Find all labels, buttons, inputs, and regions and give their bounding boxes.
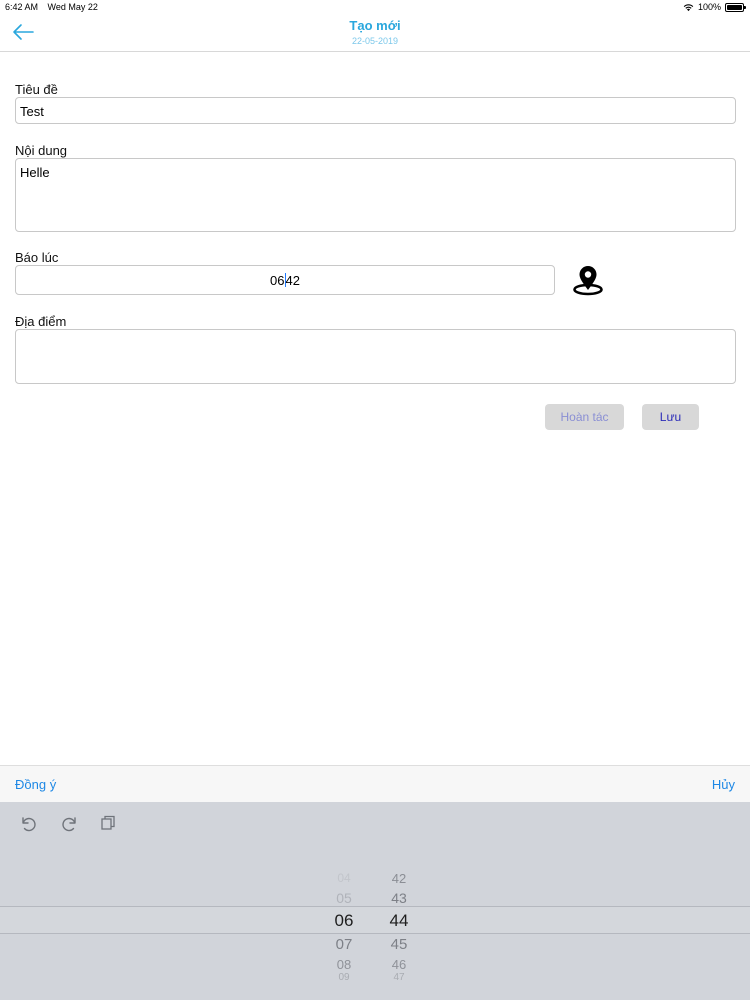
hour-option[interactable]: 04 bbox=[324, 871, 364, 885]
paste-icon[interactable] bbox=[99, 814, 117, 832]
redo-icon[interactable] bbox=[60, 814, 78, 832]
content-label: Nội dung bbox=[15, 143, 68, 158]
location-pin-icon[interactable] bbox=[571, 264, 605, 296]
alarm-label: Báo lúc bbox=[15, 250, 59, 265]
battery-icon bbox=[725, 2, 746, 12]
title-input[interactable]: Test bbox=[15, 97, 736, 124]
status-date: Wed May 22 bbox=[47, 2, 98, 12]
hour-option[interactable]: 05 bbox=[324, 890, 364, 906]
cancel-button[interactable]: Hủy bbox=[712, 777, 735, 792]
time-picker-panel: 04 05 06 07 08 09 42 43 44 45 46 47 bbox=[0, 802, 750, 1000]
page-date: 22-05-2019 bbox=[351, 36, 399, 46]
picker-toolbar: Đồng ý Hủy bbox=[0, 765, 750, 802]
title-label: Tiêu đề bbox=[15, 82, 58, 97]
undo-button[interactable]: Hoàn tác bbox=[545, 404, 624, 430]
alarm-time-input[interactable]: 0642 bbox=[15, 265, 555, 295]
alarm-hour: 06 bbox=[270, 273, 285, 288]
location-label: Địa điểm bbox=[15, 314, 67, 329]
nav-bar: Tạo mới 22-05-2019 bbox=[0, 14, 750, 52]
hour-option[interactable]: 08 bbox=[324, 957, 364, 972]
minute-option[interactable]: 47 bbox=[379, 972, 419, 983]
battery-percent: 100% bbox=[697, 2, 721, 12]
page-title: Tạo mới bbox=[349, 18, 401, 33]
hour-option-selected[interactable]: 06 bbox=[324, 911, 364, 931]
hour-option[interactable]: 07 bbox=[324, 936, 364, 953]
agree-button[interactable]: Đồng ý bbox=[15, 777, 56, 792]
status-time: 6:42 AM bbox=[5, 2, 39, 12]
minute-option[interactable]: 42 bbox=[379, 871, 419, 886]
content-textarea[interactable]: Helle bbox=[15, 158, 736, 232]
hour-option[interactable]: 09 bbox=[324, 972, 364, 983]
alarm-minute: 42 bbox=[285, 273, 300, 288]
minute-option[interactable]: 43 bbox=[379, 890, 419, 906]
save-button[interactable]: Lưu bbox=[642, 404, 699, 430]
picker-selection-band bbox=[0, 906, 750, 934]
status-bar: 6:42 AM Wed May 22 100% bbox=[0, 0, 750, 14]
location-input[interactable] bbox=[15, 329, 736, 384]
minute-option[interactable]: 46 bbox=[379, 957, 419, 972]
minute-option-selected[interactable]: 44 bbox=[379, 911, 419, 931]
minute-option[interactable]: 45 bbox=[379, 936, 419, 953]
undo-icon[interactable] bbox=[20, 814, 38, 832]
wifi-icon bbox=[683, 3, 694, 11]
